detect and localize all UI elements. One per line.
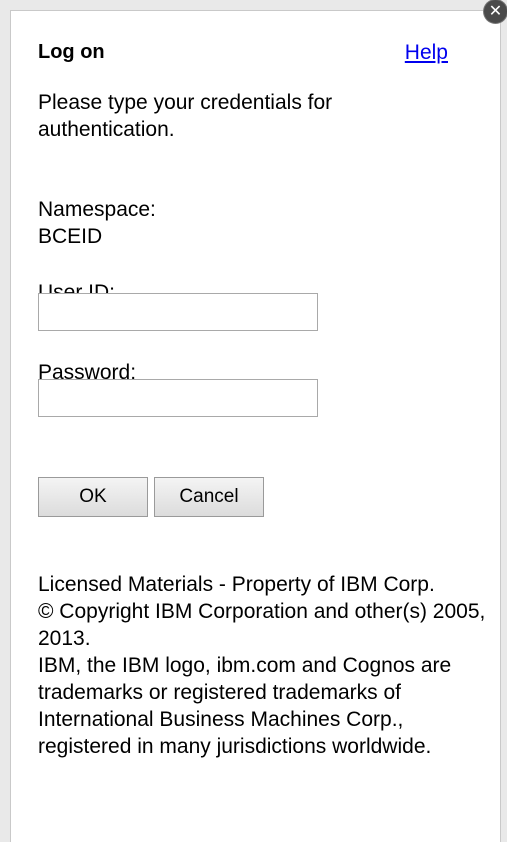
ok-button[interactable]: OK	[38, 477, 148, 517]
help-link[interactable]: Help	[405, 41, 448, 65]
password-input[interactable]	[38, 379, 318, 417]
legal-line-copyright: © Copyright IBM Corporation and other(s)…	[38, 600, 486, 650]
logon-dialog: Log on Help Please type your credentials…	[10, 10, 501, 842]
legal-line-trademarks: IBM, the IBM logo, ibm.com and Cognos ar…	[38, 654, 452, 758]
legal-line-license: Licensed Materials - Property of IBM Cor…	[38, 573, 435, 596]
cancel-button[interactable]: Cancel	[154, 477, 264, 517]
instructions-text: Please type your credentials for authent…	[38, 91, 333, 141]
legal-notice: Licensed Materials - Property of IBM Cor…	[38, 571, 488, 760]
dialog-title: Log on	[38, 41, 105, 63]
namespace-label: Namespace:	[38, 198, 156, 221]
close-icon[interactable]: ✕	[484, 0, 507, 23]
dialog-header: Log on Help	[38, 41, 448, 73]
namespace-value: BCEID	[38, 225, 103, 248]
user-id-input[interactable]	[38, 293, 318, 331]
